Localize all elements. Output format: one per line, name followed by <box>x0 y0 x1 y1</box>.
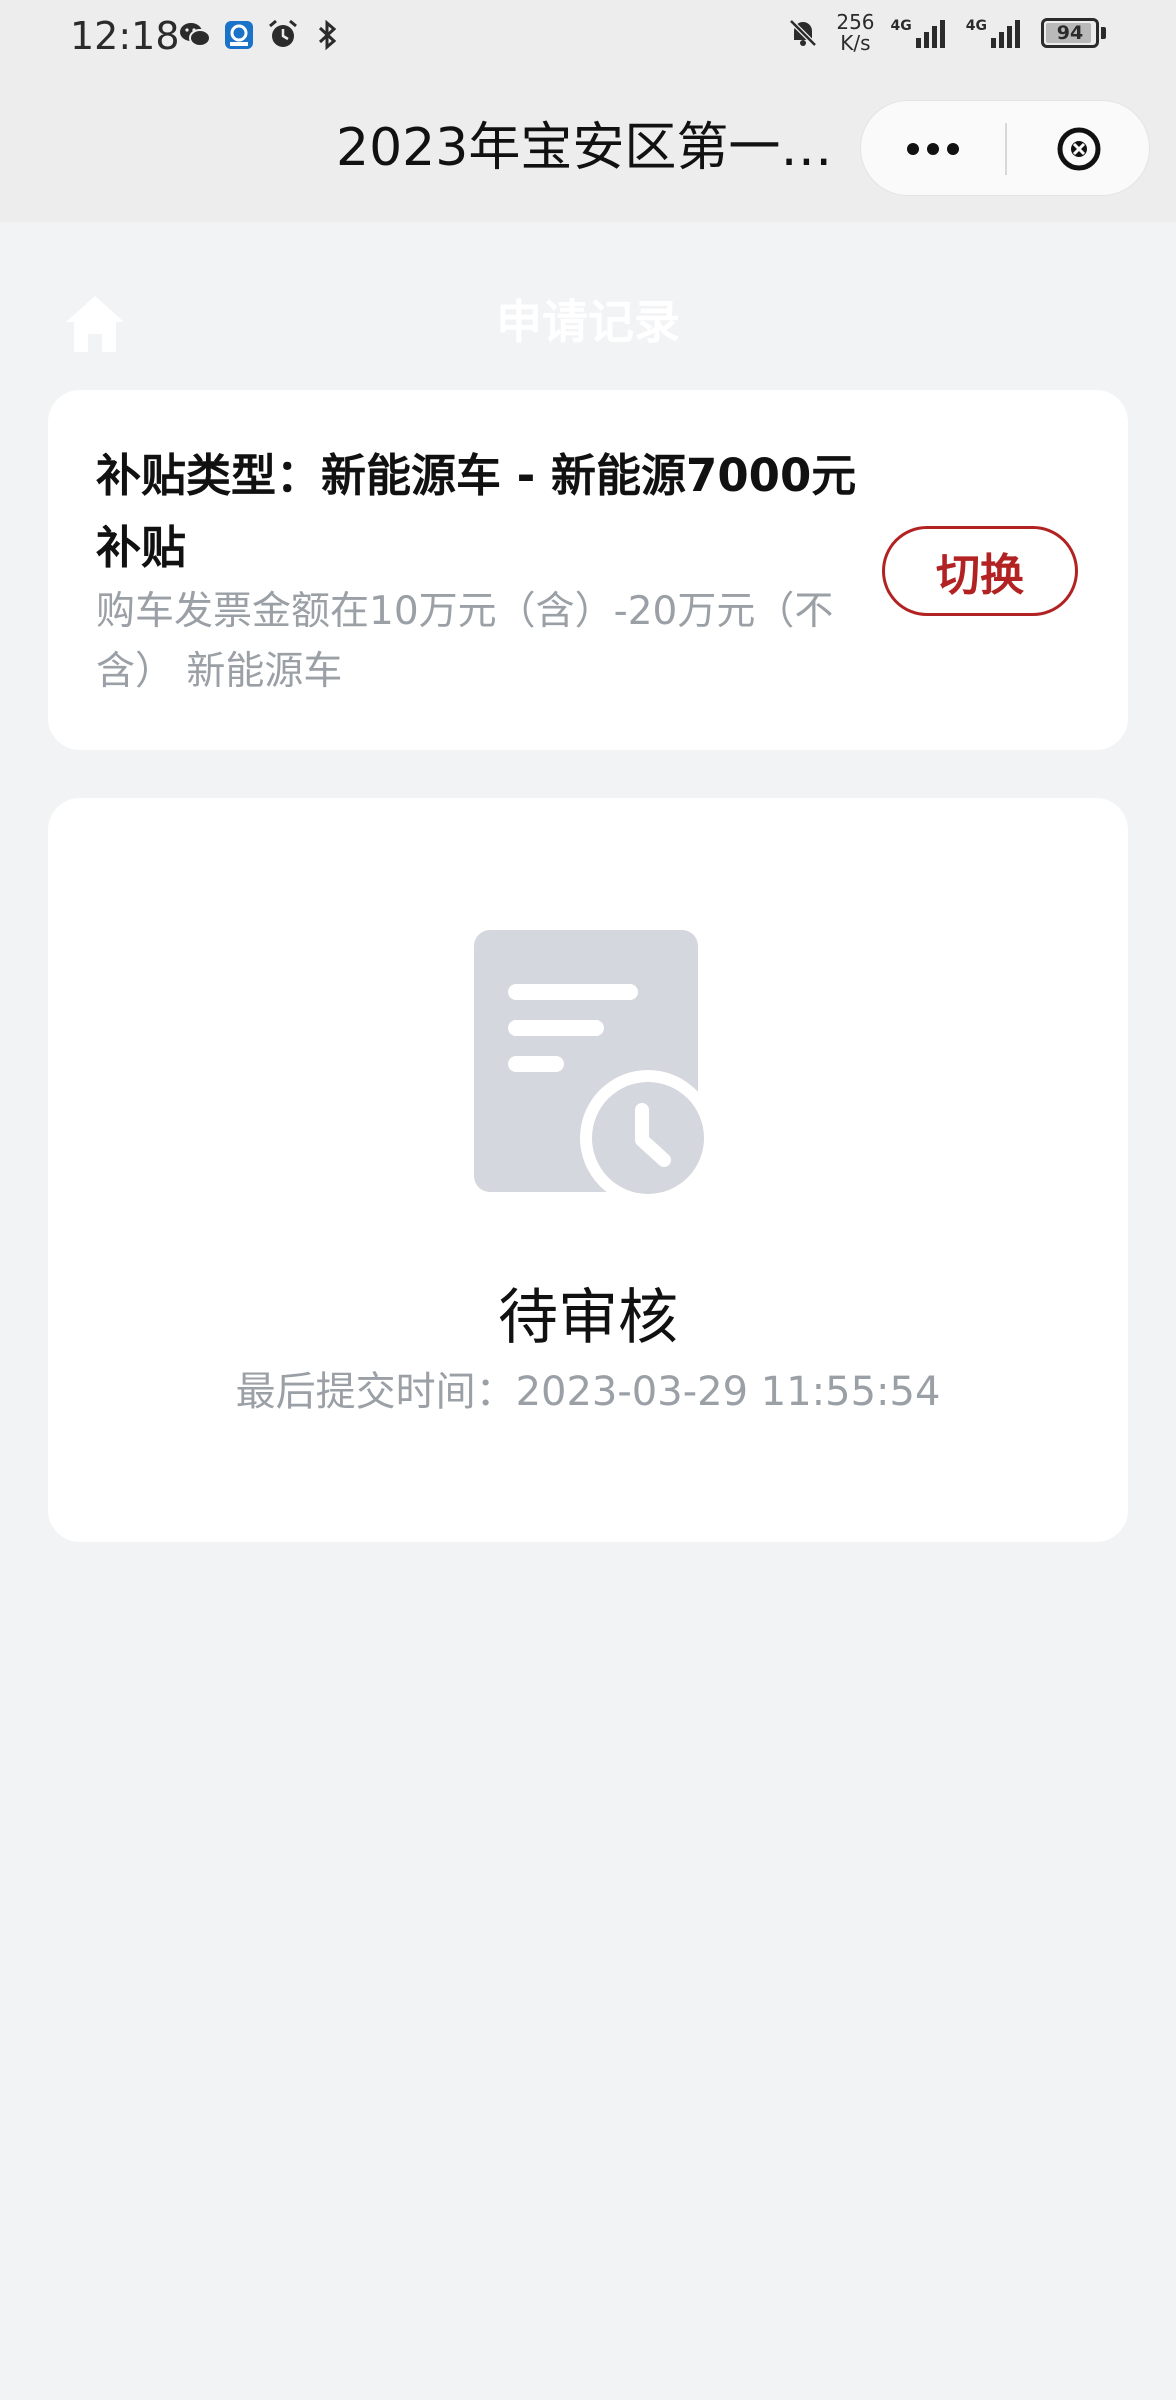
close-circle-icon <box>1057 127 1101 171</box>
network-speed-unit: K/s <box>840 31 871 55</box>
signal-bars-icon <box>991 20 1020 48</box>
status-bar: 12:18 256 K/s 4G 4G 94 <box>0 0 1176 72</box>
bluetooth-icon <box>318 19 337 51</box>
mute-bell-icon <box>789 19 818 47</box>
switch-button[interactable]: 切换 <box>882 526 1078 616</box>
pending-document-icon <box>472 928 716 1206</box>
page-header: 申请记录 <box>0 222 1176 352</box>
application-status-card: 待审核 最后提交时间：2023-03-29 11:55:54 <box>48 798 1128 1542</box>
subsidy-type-description: 购车发票金额在10万元（含）-20万元（不含） 新能源车 <box>96 589 834 694</box>
subsidy-type-title: 补贴类型：新能源车 - 新能源7000元补贴 <box>96 449 857 574</box>
last-submit-time: 最后提交时间：2023-03-29 11:55:54 <box>235 1369 941 1415</box>
title-bar: 2023年宝安区第一… <box>0 72 1176 222</box>
signal-2-label: 4G <box>965 18 987 34</box>
battery-icon: 94 <box>1041 18 1099 48</box>
battery-level-text: 94 <box>1056 22 1084 44</box>
signal-1-label: 4G <box>890 18 912 34</box>
status-time: 12:18 <box>70 14 180 58</box>
alarm-icon <box>269 19 297 47</box>
network-speed-value: 256 <box>836 10 875 34</box>
close-button[interactable] <box>1007 101 1151 197</box>
subsidy-type-card: 补贴类型：新能源车 - 新能源7000元补贴 购车发票金额在10万元（含）-20… <box>48 390 1128 750</box>
wechat-icon <box>180 23 211 47</box>
battery-tip <box>1101 27 1106 39</box>
signal-bars-icon <box>915 20 945 48</box>
network-speed: 256 K/s <box>836 12 874 54</box>
bank-app-icon <box>225 21 253 49</box>
more-dots-icon <box>907 143 959 155</box>
mini-program-title: 2023年宝安区第一… <box>336 118 833 178</box>
review-status: 待审核 <box>498 1283 678 1353</box>
signal-1: 4G <box>891 18 950 48</box>
status-notification-icons <box>178 18 344 52</box>
signal-2: 4G <box>966 18 1025 48</box>
battery-indicator: 94 <box>1041 18 1106 48</box>
page-title: 申请记录 <box>496 295 680 349</box>
more-button[interactable] <box>861 101 1005 197</box>
capsule-menu <box>860 100 1150 196</box>
document-clock-illustration <box>474 930 716 1206</box>
status-system-icons: 256 K/s 4G 4G 94 <box>786 12 1106 54</box>
